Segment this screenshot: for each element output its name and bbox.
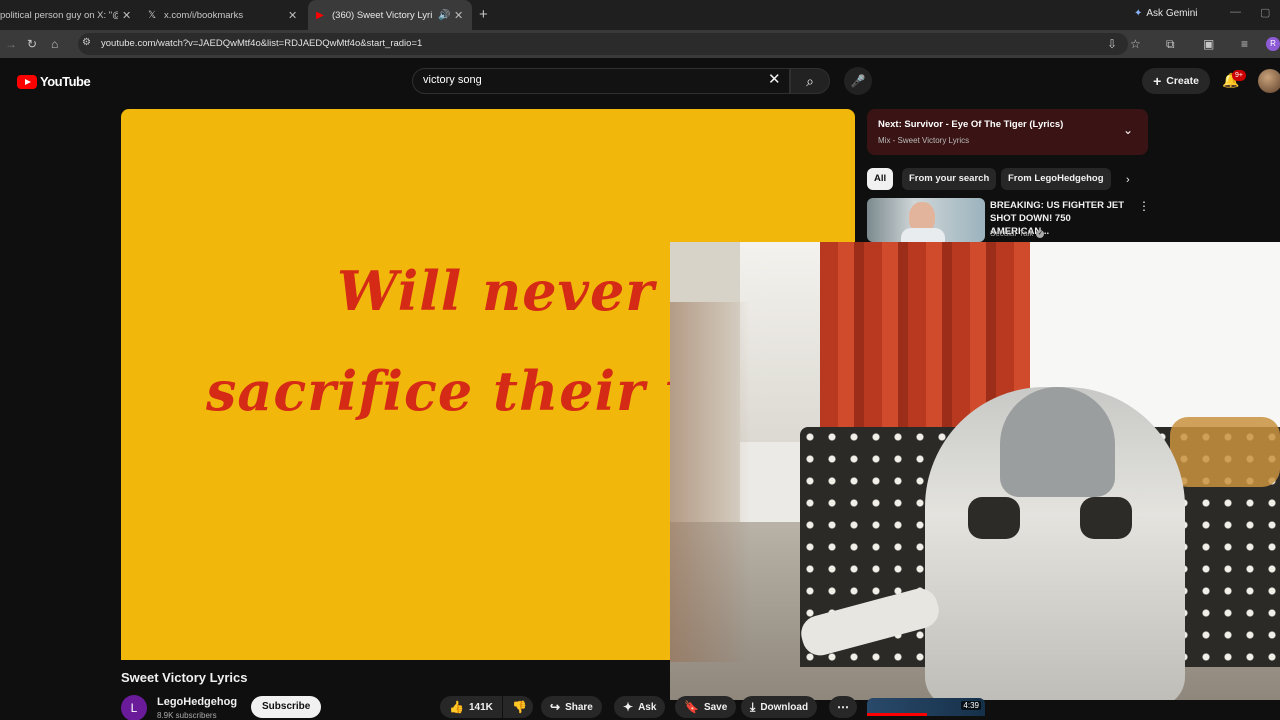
home-icon[interactable]: ⌂ (51, 37, 58, 51)
subscribe-button[interactable]: Subscribe (251, 696, 322, 718)
search-button[interactable]: ⌕ (790, 68, 830, 94)
extensions-icon[interactable]: ⧉ (1166, 37, 1175, 52)
new-tab-icon[interactable]: + (479, 6, 488, 23)
channel-name: Secular Talk (990, 229, 1034, 238)
site-info-icon[interactable]: ⚙ (82, 37, 91, 48)
close-icon[interactable]: ✕ (454, 9, 463, 22)
tab-title: (360) Sweet Victory Lyrics - (332, 9, 432, 21)
install-icon[interactable]: ⇩ (1107, 37, 1117, 51)
ask-button[interactable]: ✦ Ask (614, 696, 666, 718)
video-duration: 4:39 (961, 701, 981, 710)
webcam-motion-blur (670, 302, 750, 662)
more-vert-icon[interactable]: ⋮ (1138, 199, 1150, 213)
minimize-icon[interactable]: — (1230, 6, 1241, 18)
chevron-down-icon[interactable]: ⌄ (1123, 123, 1133, 137)
share-icon: ↪ (550, 700, 561, 714)
ask-label: Ask (638, 701, 657, 713)
next-video-title: Next: Survivor - Eye Of The Tiger (Lyric… (878, 119, 1064, 130)
x-logo-icon: 𝕏 (147, 9, 157, 21)
verified-icon: ✓ (1036, 229, 1045, 238)
youtube-logo-text: YouTube (40, 74, 91, 89)
like-button[interactable]: 👍 141K (440, 696, 502, 718)
download-icon: ⤓ (750, 699, 756, 714)
profile-avatar[interactable]: R (1266, 37, 1280, 51)
notification-badge: 9+ (1232, 70, 1246, 81)
browser-tabstrip: political person guy on X: "@n ✕ 𝕏 x.com… (0, 0, 1280, 30)
video-title: Sweet Victory Lyrics (121, 670, 248, 685)
create-button[interactable]: + Create (1142, 68, 1210, 94)
clear-search-icon[interactable]: ✕ (768, 70, 781, 88)
thumbnail-shirt (901, 228, 945, 242)
tab-title: political person guy on X: "@n (0, 9, 118, 21)
create-label: Create (1166, 75, 1199, 87)
webcam-pillow (1170, 417, 1280, 487)
account-avatar[interactable] (1258, 69, 1280, 93)
media-icon[interactable]: ≡ (1241, 37, 1248, 51)
chevron-right-icon[interactable]: › (1126, 174, 1130, 186)
close-icon[interactable]: ✕ (122, 9, 131, 22)
playlist-next-panel[interactable]: Next: Survivor - Eye Of The Tiger (Lyric… (867, 109, 1148, 155)
ask-gemini-label: Ask Gemini (1146, 8, 1198, 19)
share-label: Share (565, 701, 593, 713)
bookmark-icon: 🔖 (684, 700, 699, 714)
download-button[interactable]: ⤓ Download (741, 696, 818, 718)
chip-from-search[interactable]: From your search (902, 168, 997, 190)
browser-tab[interactable]: political person guy on X: "@n ✕ (0, 0, 140, 30)
youtube-logo[interactable]: YouTube (17, 74, 91, 89)
save-label: Save (703, 701, 728, 713)
like-count: 141K (468, 701, 493, 713)
voice-search-button[interactable]: 🎤 (844, 67, 872, 95)
lyric-line: Will never (337, 259, 655, 323)
tab-title: x.com/i/bookmarks (164, 9, 244, 21)
webcam-overlay (670, 242, 1280, 700)
recommended-channel[interactable]: Secular Talk ✓ (990, 229, 1045, 238)
address-bar[interactable]: ⚙ youtube.com/watch?v=JAEDQwMtf4o&list=R… (78, 33, 1128, 55)
search-icon: ⌕ (806, 73, 814, 89)
youtube-header: YouTube (0, 60, 1280, 104)
webcam-chair-slot (968, 497, 1020, 539)
playlist-thumbnail[interactable]: 4:39 (867, 698, 985, 716)
bookmark-star-icon[interactable]: ☆ (1130, 37, 1141, 51)
recommended-thumbnail[interactable] (867, 198, 985, 242)
sparkle-icon: ✦ (623, 700, 634, 714)
sidepanel-icon[interactable]: ▣ (1203, 37, 1214, 51)
plus-icon: + (1153, 73, 1162, 89)
reload-icon[interactable]: ↻ (27, 37, 37, 51)
webcam-chair-headrest (1000, 387, 1115, 497)
search-box (412, 68, 790, 94)
search-input[interactable] (423, 74, 753, 86)
browser-toolbar: → ↻ ⌂ ⚙ youtube.com/watch?v=JAEDQwMtf4o&… (0, 30, 1280, 58)
browser-tab-active[interactable]: ▶ (360) Sweet Victory Lyrics - 🔊 ✕ (308, 0, 472, 30)
thumbs-down-icon: 👎 (512, 700, 527, 714)
gemini-icon: ✦ (1134, 8, 1143, 19)
dislike-button[interactable]: 👎 (503, 696, 533, 718)
microphone-icon: 🎤 (850, 74, 866, 88)
channel-subscribers: 8.9K subscribers (157, 711, 217, 720)
share-button[interactable]: ↪ Share (541, 696, 602, 718)
more-actions-button[interactable]: ⋯ (829, 696, 857, 718)
ask-gemini-button[interactable]: ✦ Ask Gemini (1134, 8, 1198, 19)
more-horiz-icon: ⋯ (837, 700, 849, 714)
chip-from-channel[interactable]: From LegoHedgehog (1001, 168, 1111, 190)
url-text: youtube.com/watch?v=JAEDQwMtf4o&list=RDJ… (101, 38, 423, 49)
youtube-play-icon (17, 74, 37, 89)
save-button[interactable]: 🔖 Save (675, 696, 737, 718)
lyric-line: sacrifice their w (206, 359, 713, 423)
watch-progress-bar (867, 713, 927, 716)
browser-tab[interactable]: 𝕏 x.com/i/bookmarks ✕ (146, 0, 306, 30)
close-icon[interactable]: ✕ (288, 9, 297, 22)
youtube-favicon-icon: ▶ (316, 9, 324, 21)
speaker-icon[interactable]: 🔊 (438, 10, 450, 21)
maximize-icon[interactable]: ▢ (1260, 6, 1270, 19)
thumbs-up-icon: 👍 (449, 700, 464, 714)
chip-all[interactable]: All (867, 168, 894, 190)
webcam-chair-slot (1080, 497, 1132, 539)
channel-avatar[interactable]: L (121, 695, 147, 720)
mix-name: Mix - Sweet Victory Lyrics (878, 136, 970, 145)
forward-icon[interactable]: → (5, 37, 17, 51)
channel-name[interactable]: LegoHedgehog (157, 696, 237, 708)
download-label: Download (760, 701, 809, 713)
